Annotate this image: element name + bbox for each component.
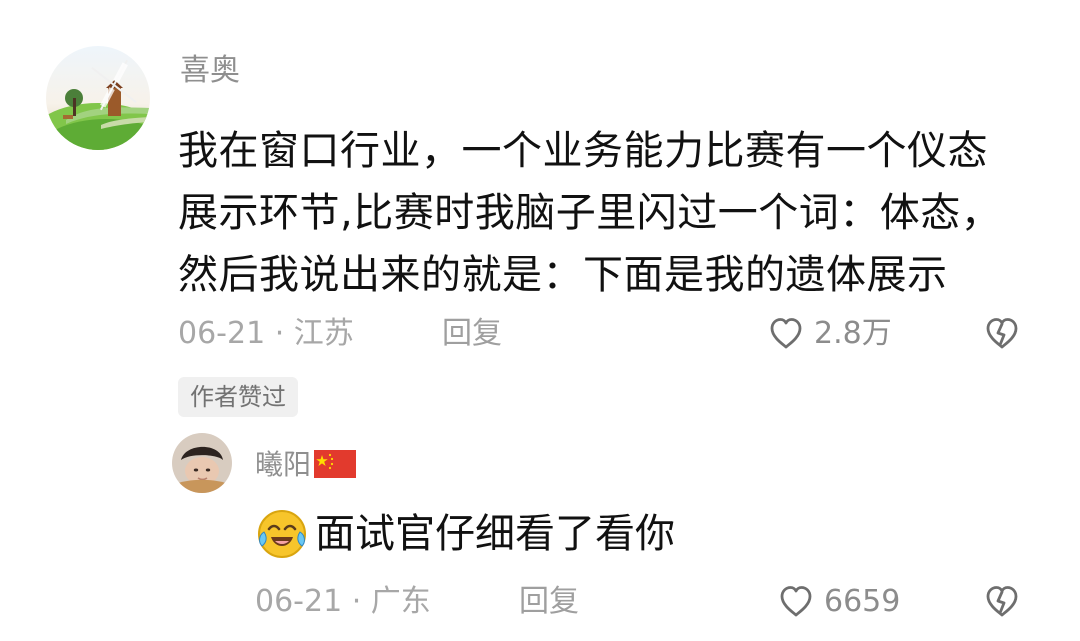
main-comment-username[interactable]: 喜奥: [180, 56, 240, 86]
main-comment-dislike-button[interactable]: [982, 314, 1022, 354]
main-comment-text-line: 展示环节,比赛时我脑子里闪过一个词：体态，: [178, 190, 1002, 236]
heart-outline-icon: [770, 318, 802, 349]
broken-heart-icon: [986, 318, 1018, 349]
reply-date-location: 06-21 · 广东: [255, 584, 431, 619]
china-flag-icon: [314, 450, 357, 478]
reply-reply-button[interactable]: 回复: [519, 582, 579, 622]
crying-laughing-emoji-icon: [255, 507, 309, 561]
author-liked-badge: 作者赞过: [178, 377, 298, 417]
reply-text: 面试官仔细看了看你: [315, 511, 675, 557]
main-comment-like-count: 2.8万: [814, 316, 892, 351]
main-comment-meta: 06-21 · 江苏 回复 2.8万: [0, 314, 1080, 354]
broken-heart-icon: [986, 586, 1018, 617]
main-comment-reply-button[interactable]: 回复: [442, 314, 502, 354]
heart-outline-icon: [780, 586, 812, 617]
main-comment-text: 我在窗口行业，一个业务能力比赛有一个仪态 展示环节,比赛时我脑子里闪过一个词：体…: [178, 120, 1058, 306]
reply-like-button[interactable]: 6659: [776, 582, 900, 622]
main-comment-date-location: 06-21 · 江苏: [178, 316, 354, 351]
reply-meta: 06-21 · 广东 回复 6659: [0, 582, 1080, 622]
comment-thread: 喜奥 我在窗口行业，一个业务能力比赛有一个仪态 展示环节,比赛时我脑子里闪过一个…: [0, 0, 1080, 641]
reply-like-count: 6659: [824, 584, 901, 619]
child-portrait-avatar-icon: [172, 433, 232, 493]
reply-username[interactable]: 曦阳: [255, 448, 357, 481]
main-comment-avatar[interactable]: [46, 46, 150, 150]
main-comment-text-line: 我在窗口行业，一个业务能力比赛有一个仪态: [178, 128, 988, 174]
main-comment-text-line: 然后我说出来的就是：下面是我的遗体展示: [178, 252, 948, 298]
windmill-avatar-icon: [46, 46, 150, 150]
main-comment-like-button[interactable]: 2.8万: [766, 314, 892, 354]
reply-dislike-button[interactable]: [982, 582, 1022, 622]
reply-text-line: 面试官仔细看了看你: [255, 506, 675, 562]
reply-avatar[interactable]: [172, 433, 232, 493]
reply-username-text: 曦阳: [255, 448, 312, 481]
